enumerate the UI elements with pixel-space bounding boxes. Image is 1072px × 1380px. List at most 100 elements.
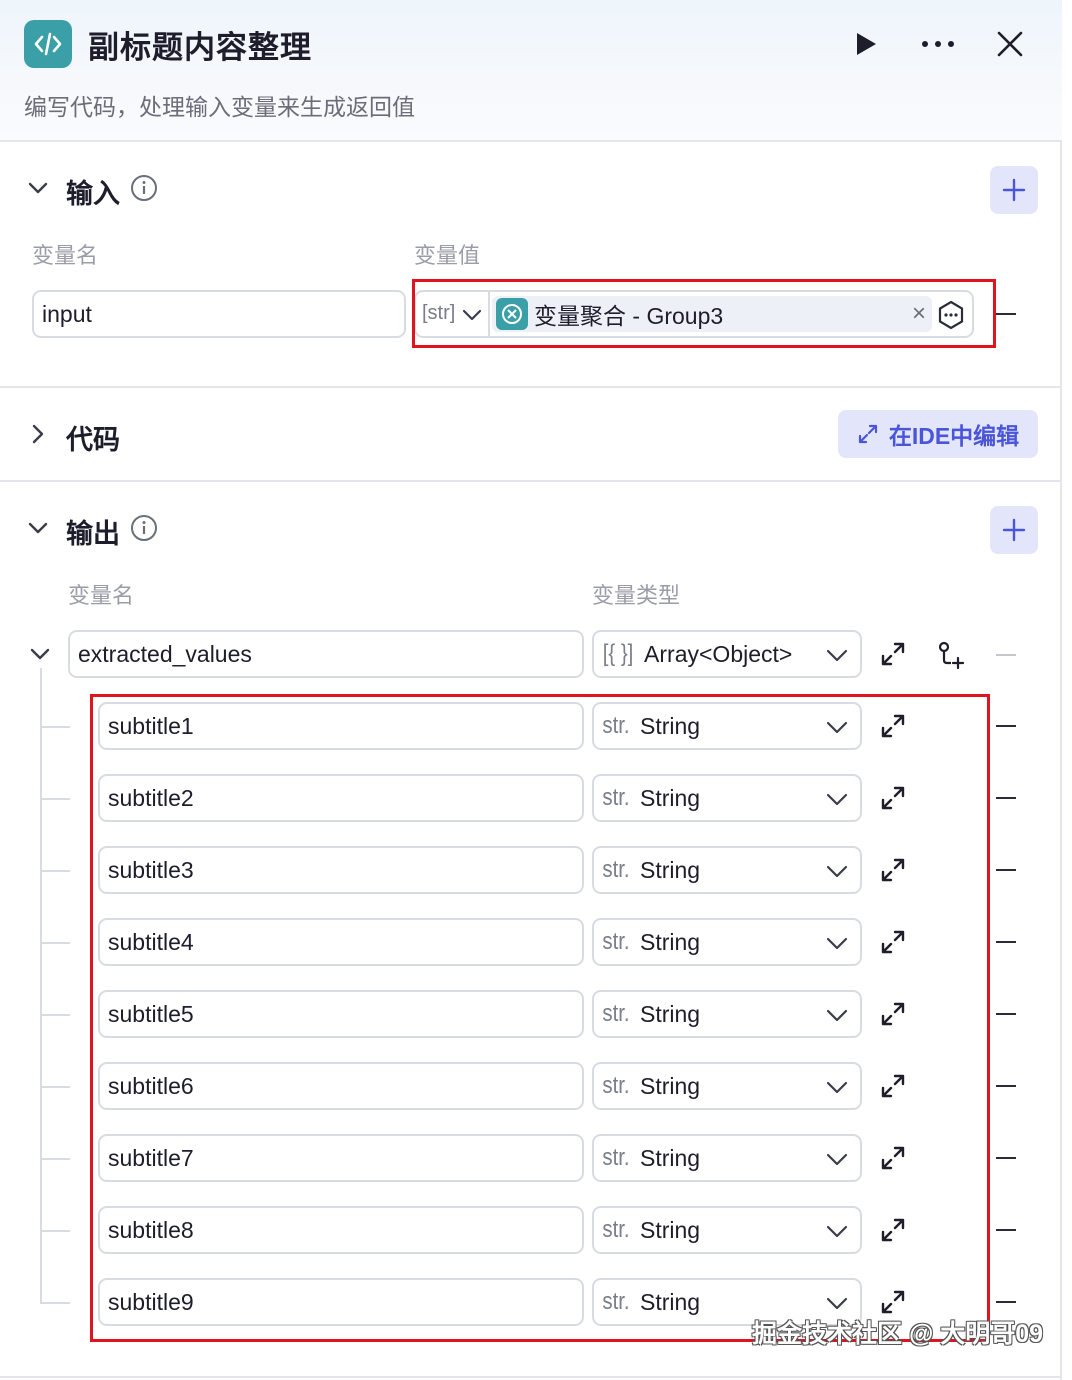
play-icon — [857, 33, 876, 55]
node-description[interactable]: 编写代码，处理输入变量来生成返回值 — [24, 88, 415, 122]
child-name-field[interactable]: subtitle1 — [98, 702, 584, 750]
code-icon — [24, 20, 72, 68]
run-button[interactable] — [844, 22, 888, 66]
tree-branch — [40, 1302, 70, 1304]
type-label: String — [640, 1216, 701, 1243]
child-name-field[interactable]: subtitle3 — [98, 846, 584, 894]
expand-icon[interactable] — [880, 1217, 906, 1243]
variable-select-icon[interactable] — [936, 300, 966, 330]
variable-ref-chip[interactable]: 变量聚合 - Group3 × — [492, 296, 932, 332]
expand-icon[interactable] — [880, 713, 906, 739]
tree-branch — [40, 798, 70, 800]
child-type-select[interactable]: str. String — [592, 1206, 862, 1254]
code-node-panel: 副标题内容整理 编写代码，处理输入变量来生成返回值 输入 变量名 变量值 inp… — [0, 0, 1062, 1380]
watermark: 掘金技术社区 @ 大明哥09 — [752, 1320, 1044, 1348]
add-child-icon[interactable] — [936, 640, 966, 670]
child-type-select[interactable]: str. String — [592, 1134, 862, 1182]
remove-child-button[interactable] — [996, 725, 1016, 727]
child-name-field[interactable]: subtitle4 — [98, 918, 584, 966]
input-value-reference[interactable]: [str] 变量聚合 - Group3 × — [414, 290, 974, 338]
remove-child-button[interactable] — [996, 941, 1016, 943]
expand-icon[interactable] — [880, 785, 906, 811]
remove-child-button[interactable] — [996, 1013, 1016, 1015]
expand-icon[interactable] — [880, 1001, 906, 1027]
tree-line — [40, 668, 42, 1304]
child-type-select[interactable]: str. String — [592, 774, 862, 822]
chevron-down-icon — [826, 937, 848, 950]
expand-icon[interactable] — [880, 857, 906, 883]
remove-child-button[interactable] — [996, 1301, 1016, 1303]
type-label: String — [640, 1144, 701, 1171]
child-name-field[interactable]: subtitle9 — [98, 1278, 584, 1326]
type-label: String — [640, 1072, 701, 1099]
more-button[interactable] — [916, 22, 960, 66]
info-icon[interactable] — [130, 174, 158, 202]
type-prefix: str. — [602, 784, 630, 811]
type-prefix: [{ }] — [602, 640, 634, 667]
close-button[interactable] — [988, 22, 1032, 66]
type-label: String — [640, 1000, 701, 1027]
type-prefix: str. — [602, 1072, 630, 1099]
chevron-down-icon[interactable] — [26, 176, 50, 200]
expand-icon[interactable] — [880, 929, 906, 955]
expand-icon[interactable] — [880, 1289, 906, 1315]
divider — [0, 480, 1062, 482]
input-name-field[interactable]: input — [32, 290, 406, 338]
chevron-down-icon[interactable] — [26, 516, 50, 540]
chevron-down-icon — [826, 721, 848, 734]
divider — [0, 386, 1062, 388]
remove-child-button[interactable] — [996, 1085, 1016, 1087]
chevron-down-icon — [826, 1153, 848, 1166]
type-prefix: str. — [602, 1144, 630, 1171]
tree-branch — [40, 1230, 70, 1232]
remove-input-button[interactable] — [996, 313, 1016, 315]
chevron-down-icon — [826, 793, 848, 806]
child-name-field[interactable]: subtitle5 — [98, 990, 584, 1038]
child-type-select[interactable]: str. String — [592, 846, 862, 894]
expand-icon[interactable] — [880, 1145, 906, 1171]
type-label: Array<Object> — [644, 640, 793, 667]
chevron-down-icon — [826, 1225, 848, 1238]
output-type-select[interactable]: [{ }] Array<Object> — [592, 630, 862, 678]
tree-branch — [40, 726, 70, 728]
remove-child-button[interactable] — [996, 869, 1016, 871]
divider — [0, 1376, 1062, 1378]
chevron-down-icon[interactable] — [462, 306, 482, 324]
remove-child-button[interactable] — [996, 797, 1016, 799]
type-prefix: str. — [602, 928, 630, 955]
chevron-down-icon — [826, 1297, 848, 1310]
type-label: String — [640, 1288, 701, 1315]
type-label: String — [640, 856, 701, 883]
type-label: String — [640, 712, 701, 739]
child-name-field[interactable]: subtitle6 — [98, 1062, 584, 1110]
child-name-field[interactable]: subtitle7 — [98, 1134, 584, 1182]
child-type-select[interactable]: str. String — [592, 990, 862, 1038]
tree-branch — [40, 870, 70, 872]
add-input-button[interactable] — [990, 166, 1038, 214]
output-name-field[interactable]: extracted_values — [68, 630, 584, 678]
plus-icon — [1002, 178, 1026, 202]
child-name-field[interactable]: subtitle8 — [98, 1206, 584, 1254]
type-prefix: str. — [602, 856, 630, 883]
remove-child-button[interactable] — [996, 1157, 1016, 1159]
remove-output-button[interactable] — [996, 654, 1016, 656]
chevron-right-icon[interactable] — [26, 422, 50, 446]
info-icon[interactable] — [130, 514, 158, 542]
edit-in-ide-button[interactable]: 在IDE中编辑 — [838, 410, 1038, 458]
tree-branch — [40, 942, 70, 944]
chevron-down-icon[interactable] — [28, 642, 52, 666]
tree-branch — [40, 1014, 70, 1016]
child-type-select[interactable]: str. String — [592, 918, 862, 966]
node-title[interactable]: 副标题内容整理 — [88, 22, 312, 67]
child-type-select[interactable]: str. String — [592, 702, 862, 750]
add-output-button[interactable] — [990, 506, 1038, 554]
child-type-select[interactable]: str. String — [592, 1062, 862, 1110]
type-prefix: str. — [602, 1288, 630, 1315]
expand-icon[interactable] — [880, 1073, 906, 1099]
clear-ref-icon[interactable]: × — [912, 300, 926, 328]
edit-in-ide-label: 在IDE中编辑 — [888, 423, 1020, 449]
panel-header: 副标题内容整理 编写代码，处理输入变量来生成返回值 — [0, 0, 1062, 142]
expand-icon[interactable] — [880, 641, 906, 667]
child-name-field[interactable]: subtitle2 — [98, 774, 584, 822]
remove-child-button[interactable] — [996, 1229, 1016, 1231]
